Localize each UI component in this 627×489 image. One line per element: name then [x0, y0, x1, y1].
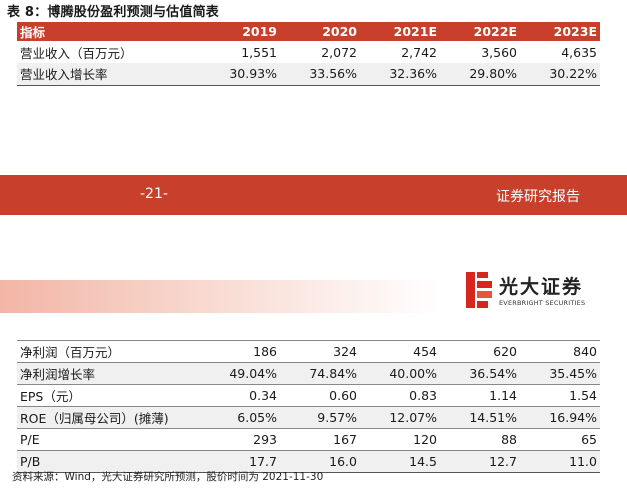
table-header-row: 指标 2019 2020 2021E 2022E 2023E [17, 22, 600, 41]
row-label: 营业收入增长率 [17, 63, 200, 86]
cell-value: 0.83 [360, 384, 440, 407]
cell-value: 186 [200, 340, 280, 363]
page-break-band: -21- 证券研究报告 [0, 175, 627, 215]
forecast-table-bottom: 净利润（百万元） 186 324 454 620 840 净利润增长率 49.0… [17, 340, 600, 473]
table-row: 净利润增长率 49.04% 74.84% 40.00% 36.54% 35.45… [17, 362, 600, 385]
cell-value: 3,560 [440, 41, 520, 63]
table-row: 净利润（百万元） 186 324 454 620 840 [17, 340, 600, 363]
header-year: 2019 [200, 22, 280, 41]
cell-value: 9.57% [280, 406, 360, 429]
page-number: -21- [140, 186, 168, 202]
cell-value: 11.0 [520, 450, 600, 473]
cell-value: 1.54 [520, 384, 600, 407]
everbright-logo: 光大证券 EVERBRIGHT SECURITIES [466, 272, 596, 312]
everbright-logo-icon [466, 272, 492, 308]
cell-value: 0.34 [200, 384, 280, 407]
cell-value: 16.94% [520, 406, 600, 429]
header-year: 2021E [360, 22, 440, 41]
cell-value: 74.84% [280, 362, 360, 385]
header-year: 2022E [440, 22, 520, 41]
cell-value: 1,551 [200, 41, 280, 63]
cell-value: 840 [520, 340, 600, 363]
cell-value: 35.45% [520, 362, 600, 385]
source-note: 资料来源：Wind，光大证券研究所预测，股价时间为 2021-11-30 [12, 471, 324, 483]
cell-value: 49.04% [200, 362, 280, 385]
forecast-table-top: 指标 2019 2020 2021E 2022E 2023E 营业收入（百万元）… [17, 22, 600, 86]
cell-value: 12.7 [440, 450, 520, 473]
cell-value: 12.07% [360, 406, 440, 429]
cell-value: 293 [200, 428, 280, 451]
cell-value: 120 [360, 428, 440, 451]
cell-value: 454 [360, 340, 440, 363]
cell-value: 1.14 [440, 384, 520, 407]
cell-value: 0.60 [280, 384, 360, 407]
row-label: 净利润增长率 [17, 362, 200, 385]
table-row: 营业收入增长率 30.93% 33.56% 32.36% 29.80% 30.2… [17, 63, 600, 86]
cell-value: 2,072 [280, 41, 360, 63]
cell-value: 29.80% [440, 63, 520, 86]
row-label: EPS（元） [17, 384, 200, 407]
row-label: 净利润（百万元） [17, 340, 200, 363]
row-label: ROE（归属母公司）(摊薄) [17, 406, 200, 429]
cell-value: 4,635 [520, 41, 600, 63]
cell-value: 36.54% [440, 362, 520, 385]
header-year: 2020 [280, 22, 360, 41]
header-gradient-bar [0, 280, 440, 313]
report-type-label: 证券研究报告 [496, 189, 580, 205]
cell-value: 6.05% [200, 406, 280, 429]
row-label: 营业收入（百万元） [17, 41, 200, 63]
header-label: 指标 [17, 22, 200, 41]
cell-value: 32.36% [360, 63, 440, 86]
table-title: 表 8：博腾股份盈利预测与估值简表 [7, 5, 219, 20]
table-row: 营业收入（百万元） 1,551 2,072 2,742 3,560 4,635 [17, 41, 600, 63]
cell-value: 30.93% [200, 63, 280, 86]
cell-value: 65 [520, 428, 600, 451]
table-row: P/E 293 167 120 88 65 [17, 428, 600, 451]
cell-value: 324 [280, 340, 360, 363]
table-row: EPS（元） 0.34 0.60 0.83 1.14 1.54 [17, 384, 600, 407]
logo-name-cn: 光大证券 [499, 276, 584, 298]
table-row: ROE（归属母公司）(摊薄) 6.05% 9.57% 12.07% 14.51%… [17, 406, 600, 429]
cell-value: 30.22% [520, 63, 600, 86]
cell-value: 40.00% [360, 362, 440, 385]
cell-value: 2,742 [360, 41, 440, 63]
cell-value: 14.5 [360, 450, 440, 473]
cell-value: 167 [280, 428, 360, 451]
cell-value: 33.56% [280, 63, 360, 86]
cell-value: 14.51% [440, 406, 520, 429]
cell-value: 88 [440, 428, 520, 451]
row-label: P/E [17, 428, 200, 451]
logo-name-en: EVERBRIGHT SECURITIES [499, 299, 586, 307]
header-year: 2023E [520, 22, 600, 41]
cell-value: 620 [440, 340, 520, 363]
